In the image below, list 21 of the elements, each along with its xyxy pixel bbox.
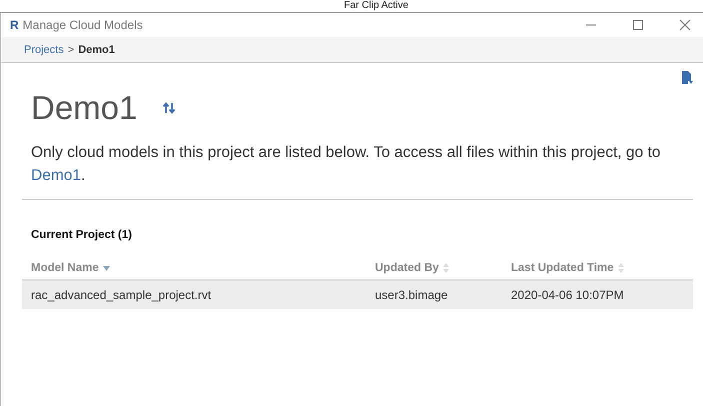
close-icon[interactable]	[679, 19, 691, 31]
refresh-icon[interactable]	[162, 101, 176, 115]
project-heading: Demo1	[31, 89, 138, 127]
column-header[interactable]: Updated By	[366, 262, 502, 274]
column-header[interactable]: Last Updated Time	[502, 262, 693, 274]
file-download-icon[interactable]	[681, 71, 693, 85]
window-title: Manage Cloud Models	[22, 18, 144, 32]
app-logo: R	[10, 18, 19, 32]
breadcrumb-current: Demo1	[78, 44, 115, 56]
table-cell-text: rac_advanced_sample_project.rvt	[30, 288, 212, 302]
project-link[interactable]: Demo1	[31, 167, 81, 184]
table-cell-text: 2020-04-06 10:07PM	[510, 288, 625, 302]
column-header[interactable]: Model Name	[22, 262, 366, 274]
description-text: Only cloud models in this project are listed below. To access all files within this project, go to Demo1.	[31, 143, 662, 186]
breadcrumb-link[interactable]: Projects	[24, 44, 64, 56]
section-title: Current Project (1)	[30, 228, 133, 241]
maximize-icon[interactable]	[632, 19, 644, 31]
table-cell-text: user3.bimage	[374, 288, 449, 302]
table-row[interactable]: rac_advanced_sample_project.rvt user3.bimage 2020-04-06 10:07PM	[22, 281, 693, 309]
breadcrumb-separator: >	[68, 44, 74, 56]
background-window-label: Far Clip Active	[344, 0, 408, 11]
